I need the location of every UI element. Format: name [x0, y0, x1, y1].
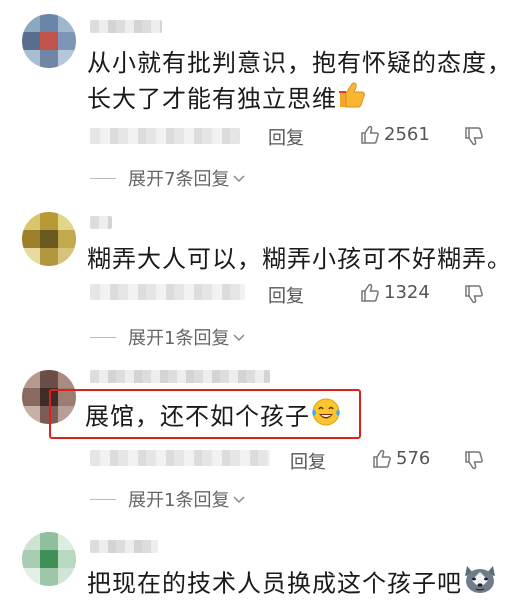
username-blurred: [90, 370, 270, 383]
chevron-down-icon: [232, 327, 246, 348]
like-button[interactable]: 576: [372, 448, 430, 469]
timestamp-blurred: [90, 284, 245, 300]
reply-button[interactable]: 回复: [290, 448, 326, 474]
avatar[interactable]: [22, 532, 76, 586]
chevron-down-icon: [232, 489, 246, 510]
thumbs-up-outline-icon: [360, 283, 380, 303]
comment-text-line: 糊弄大人可以，糊弄小孩可不好糊弄。: [87, 245, 512, 273]
like-count: 2561: [384, 124, 430, 145]
thumbs-down-outline-icon: [465, 451, 483, 470]
chevron-down-icon: [232, 168, 246, 189]
divider-dash: [90, 177, 116, 179]
username-blurred: [90, 540, 158, 553]
like-count: 1324: [384, 282, 430, 303]
like-button[interactable]: 1324: [360, 282, 430, 303]
like-button[interactable]: 2561: [360, 124, 430, 145]
comment-text-line: 从小就有批判意识，抱有怀疑的态度，: [87, 49, 512, 77]
reply-button[interactable]: 回复: [268, 282, 304, 308]
expand-replies-label: 展开1条回复: [128, 328, 230, 349]
thumbs-up-outline-icon: [372, 449, 392, 469]
husky-icon: [462, 562, 498, 607]
expand-replies-button[interactable]: 展开1条回复: [90, 486, 246, 512]
divider-dash: [90, 336, 116, 338]
dislike-button[interactable]: [464, 284, 484, 304]
username-blurred: [90, 20, 162, 33]
laughing-tears-icon: [310, 396, 342, 439]
timestamp-blurred: [90, 450, 270, 466]
dislike-button[interactable]: [464, 450, 484, 470]
timestamp-blurred: [90, 128, 240, 144]
like-count: 576: [396, 448, 431, 469]
dislike-button[interactable]: [464, 126, 484, 146]
avatar[interactable]: [22, 14, 76, 68]
thumbs-up-icon: [337, 81, 367, 120]
avatar[interactable]: [22, 212, 76, 266]
thumbs-down-outline-icon: [465, 285, 483, 304]
comment-text-line: 长大了才能有独立思维: [87, 80, 367, 120]
expand-replies-button[interactable]: 展开7条回复: [90, 165, 246, 191]
expand-replies-label: 展开7条回复: [128, 169, 230, 190]
expand-replies-button[interactable]: 展开1条回复: [90, 324, 246, 350]
comment-text-line: 把现在的技术人员换成这个孩子吧: [87, 562, 498, 607]
comment-text-line: 展馆，还不如个孩子: [85, 396, 342, 439]
username-blurred: [90, 216, 112, 229]
thumbs-up-outline-icon: [360, 125, 380, 145]
thumbs-down-outline-icon: [465, 127, 483, 146]
expand-replies-label: 展开1条回复: [128, 490, 230, 511]
divider-dash: [90, 498, 116, 500]
reply-button[interactable]: 回复: [268, 124, 304, 150]
